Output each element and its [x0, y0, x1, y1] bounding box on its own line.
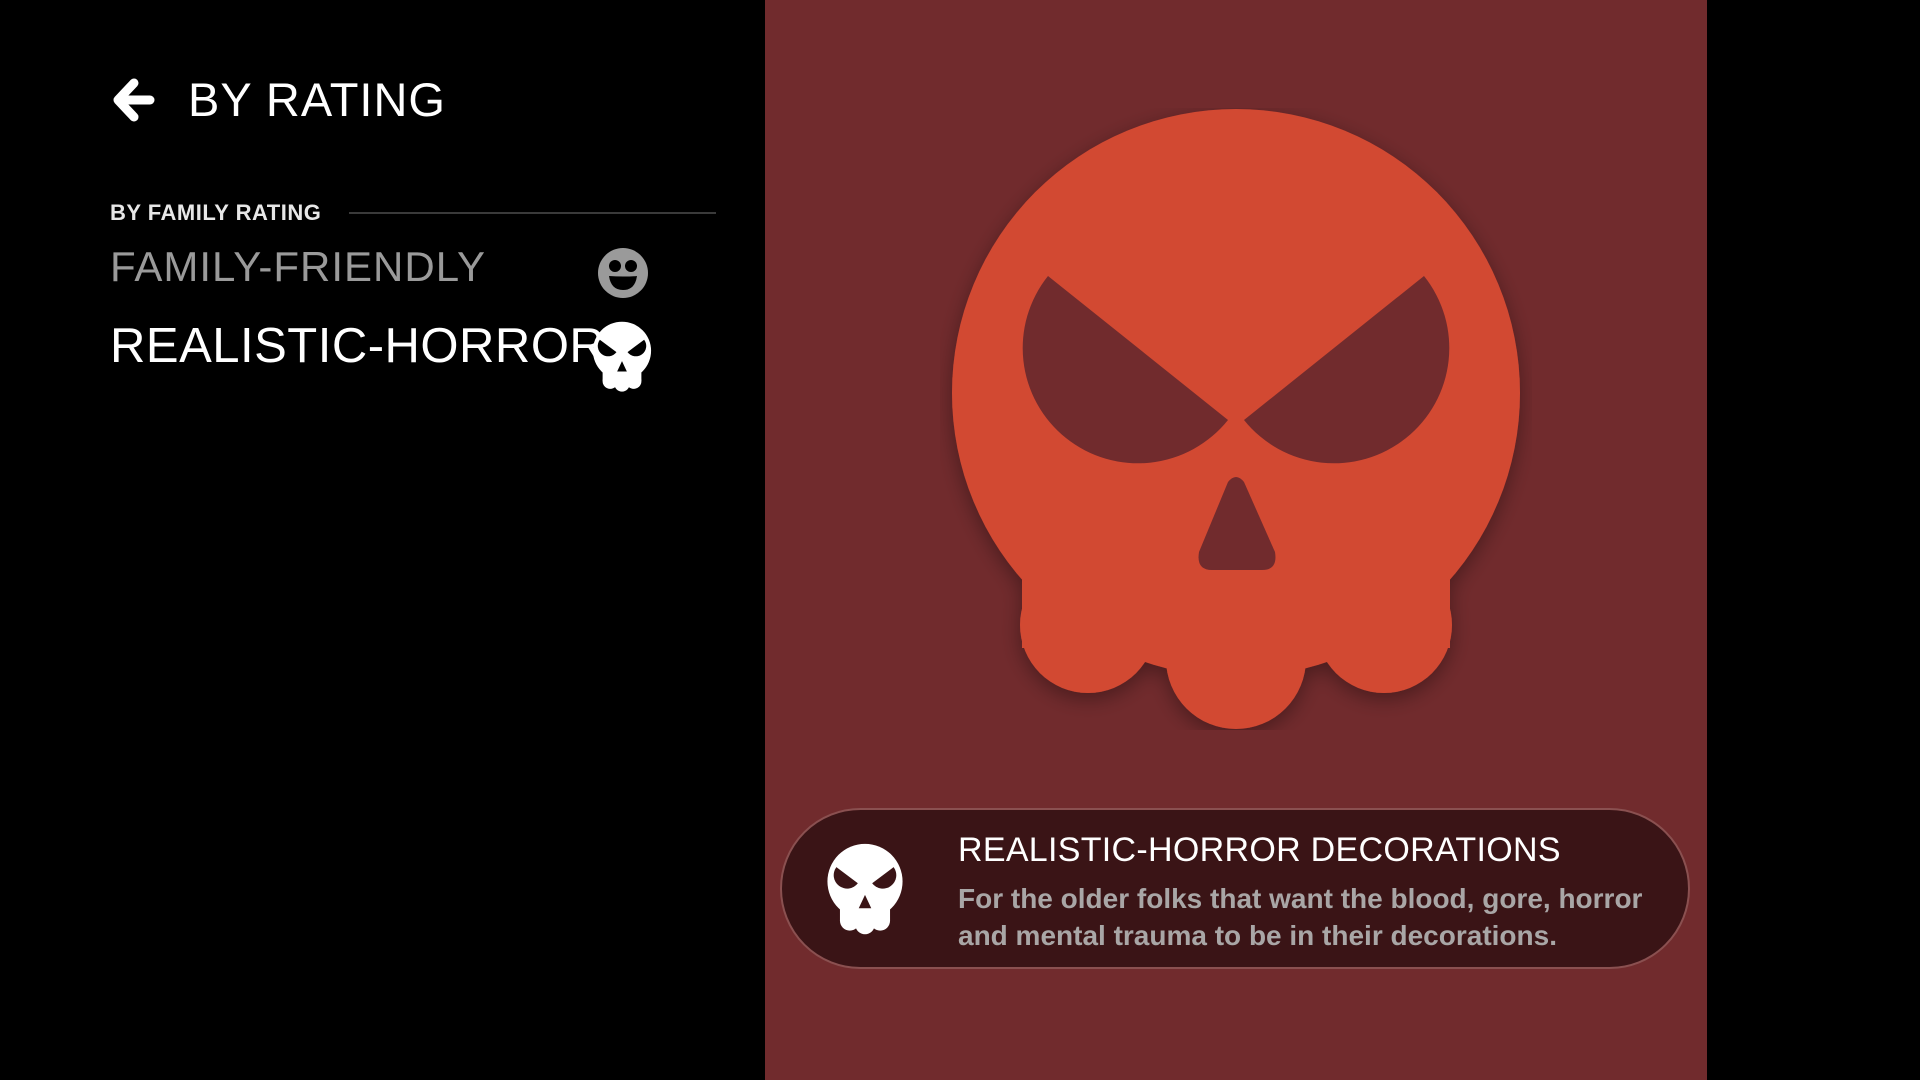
menu-item-label: REALISTIC-HORROR [110, 319, 606, 373]
card-description: For the older folks that want the blood,… [958, 883, 1643, 951]
menu-item-realistic-horror[interactable]: REALISTIC-HORROR [110, 319, 670, 392]
menu-item-family-friendly[interactable]: FAMILY-FRIENDLY [110, 243, 650, 298]
back-button[interactable]: BY RATING [110, 76, 446, 123]
section-divider [349, 212, 716, 214]
rating-menu-panel: BY RATING BY FAMILY RATING FAMILY-FRIEND… [0, 0, 765, 1080]
skull-icon [952, 109, 1520, 729]
rating-info-card: REALISTIC-HORROR DECORATIONS For the old… [780, 808, 1690, 969]
menu-item-label: FAMILY-FRIENDLY [110, 243, 486, 290]
smiley-face-icon [598, 248, 648, 298]
section-header: BY FAMILY RATING [110, 200, 716, 226]
preview-panel: REALISTIC-HORROR DECORATIONS For the old… [765, 0, 1707, 1080]
page-title: BY RATING [188, 73, 446, 126]
skull-icon [827, 843, 903, 935]
arrow-left-icon [113, 78, 155, 121]
section-label: BY FAMILY RATING [110, 200, 322, 225]
app-screen: BY RATING BY FAMILY RATING FAMILY-FRIEND… [0, 0, 1920, 1080]
right-margin [1707, 0, 1920, 1080]
skull-icon [592, 321, 652, 392]
card-title: REALISTIC-HORROR DECORATIONS [958, 831, 1561, 869]
